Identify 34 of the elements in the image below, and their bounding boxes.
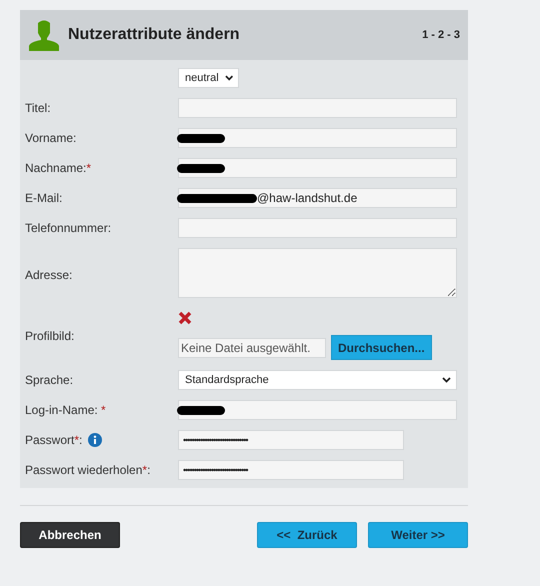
password-field[interactable]: •••••••••••••••••••••••••••••• [178, 430, 404, 450]
step-indicator: 1 - 2 - 3 [422, 29, 460, 41]
text-field[interactable] [178, 128, 457, 148]
dropdown[interactable]: Standardsprache [178, 370, 457, 390]
field-label: E-Mail: [25, 191, 64, 205]
field-label: Passwort wiederholen*: [25, 463, 152, 477]
info-icon[interactable] [88, 433, 102, 448]
field-label: Passwort*: [25, 432, 178, 448]
cancel-button[interactable]: Abbrechen [20, 522, 120, 548]
field-label: Profilbild: [25, 328, 76, 342]
window-title: Nutzerattribute ändern [68, 26, 241, 44]
back-button[interactable]: << Zurück [257, 522, 357, 548]
field-label: Titel: [25, 101, 52, 115]
text-field[interactable] [178, 98, 457, 118]
remove-icon[interactable] [178, 311, 192, 325]
field-label: Nachname:* [25, 161, 92, 175]
field-label: Telefonnummer: [25, 221, 112, 235]
text-field[interactable] [178, 400, 457, 420]
text-field[interactable] [178, 218, 457, 238]
chevron-icon [442, 377, 451, 383]
user-icon [28, 19, 60, 51]
field-label: Vorname: [25, 131, 78, 145]
password-field[interactable]: •••••••••••••••••••••••••••••• [178, 460, 404, 480]
chevron-icon [224, 75, 233, 81]
file-name-field: Keine Datei ausgewählt. [178, 338, 326, 358]
field-label: Adresse: [25, 268, 74, 282]
field-label: Sprache: [25, 373, 74, 387]
text-field[interactable] [178, 158, 457, 178]
address-field[interactable] [178, 248, 457, 298]
field-label: Log-in-Name: * [25, 403, 107, 417]
browse-button[interactable]: Durchsuchen... [331, 335, 432, 360]
dropdown[interactable]: neutral [178, 68, 239, 88]
next-button[interactable]: Weiter >> [368, 522, 468, 548]
text-field[interactable]: @haw-landshut.de [178, 188, 457, 208]
